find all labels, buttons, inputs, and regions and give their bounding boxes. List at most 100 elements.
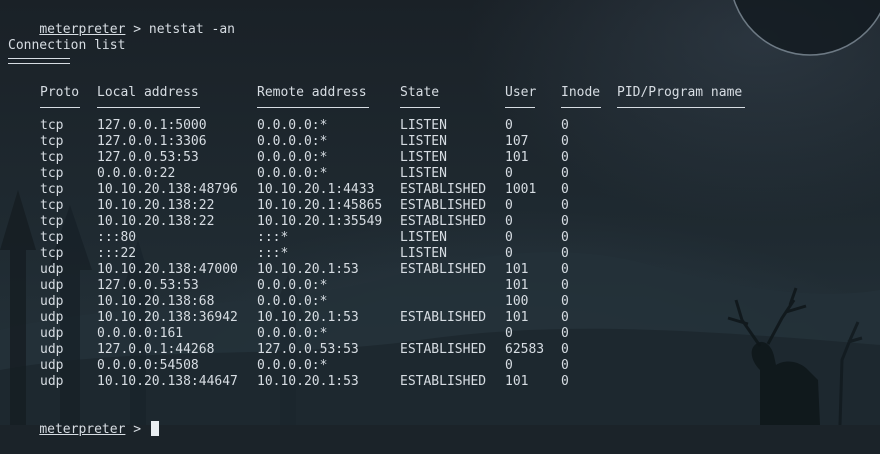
table-row: tcp 127.0.0.1:5000 0.0.0.0:* LISTEN 0 0: [0, 118, 880, 134]
section-heading: Connection list: [8, 38, 126, 53]
cell-inode: 0: [561, 342, 569, 357]
cell-local-address: 127.0.0.1:44268: [97, 342, 215, 357]
cell-proto: udp: [40, 278, 64, 293]
cell-state: ESTABLISHED: [400, 262, 487, 277]
cell-state: ESTABLISHED: [400, 310, 487, 325]
cell-state: ESTABLISHED: [400, 182, 487, 197]
cell-local-address: 10.10.20.138:36942: [97, 310, 238, 325]
cell-inode: 0: [561, 214, 569, 229]
column-header-state: State: [400, 85, 440, 100]
cell-proto: udp: [40, 358, 64, 373]
cell-local-address: 10.10.20.138:22: [97, 198, 215, 213]
cell-state: ESTABLISHED: [400, 214, 487, 229]
column-header-user: User: [505, 85, 537, 100]
column-header-local-address: Local address: [97, 85, 199, 100]
cell-local-address: 10.10.20.138:22: [97, 214, 215, 229]
cell-local-address: :::22: [97, 246, 137, 261]
cell-remote-address: :::*: [257, 246, 289, 261]
cell-inode: 0: [561, 150, 569, 165]
cell-local-address: 10.10.20.138:68: [97, 294, 215, 309]
cell-inode: 0: [561, 294, 569, 309]
prompt-separator: >: [125, 422, 149, 437]
cell-remote-address: :::*: [257, 230, 289, 245]
terminal-window[interactable]: meterpreter > netstat -an Connection lis…: [0, 0, 880, 437]
table-row: udp 127.0.0.1:44268 127.0.0.53:53 ESTABLISH…: [0, 342, 880, 358]
column-header-underline: [40, 107, 80, 108]
cell-inode: 0: [561, 278, 569, 293]
cell-local-address: 127.0.0.1:5000: [97, 118, 207, 133]
table-row: udp 127.0.0.53:53 0.0.0.0:* 101 0: [0, 278, 880, 294]
prompt-label: meterpreter: [39, 22, 126, 37]
table-row: tcp:::80:::* LISTEN 0 0: [0, 230, 880, 246]
cell-inode: 0: [561, 134, 569, 149]
cell-local-address: 10.10.20.138:44647: [97, 374, 238, 389]
prompt-separator: >: [125, 22, 149, 37]
table-row: udp 0.0.0.0:54508 0.0.0.0:* 0 0: [0, 358, 880, 374]
cell-inode: 0: [561, 198, 569, 213]
cell-inode: 0: [561, 358, 569, 373]
column-header-underline: [97, 107, 200, 108]
cell-proto: udp: [40, 310, 64, 325]
cell-user: 101: [505, 374, 529, 389]
cell-proto: tcp: [40, 214, 64, 229]
cell-user: 100: [505, 294, 529, 309]
column-header-remote-address: Remote address: [257, 85, 367, 100]
cell-state: LISTEN: [400, 230, 447, 245]
cell-state: LISTEN: [400, 166, 447, 181]
command-text: netstat -an: [148, 22, 235, 37]
cell-proto: tcp: [40, 150, 64, 165]
input-line[interactable]: meterpreter >: [8, 405, 159, 454]
heading-underline: [8, 58, 70, 64]
prompt-label: meterpreter: [39, 422, 126, 437]
cell-state: LISTEN: [400, 134, 447, 149]
column-header-underline: [400, 107, 440, 108]
cell-inode: 0: [561, 246, 569, 261]
cell-user: 101: [505, 262, 529, 277]
cell-user: 0: [505, 214, 513, 229]
cell-user: 101: [505, 310, 529, 325]
cell-proto: udp: [40, 326, 64, 341]
text-cursor[interactable]: [150, 421, 159, 436]
cell-user: 0: [505, 166, 513, 181]
cell-state: ESTABLISHED: [400, 342, 487, 357]
cell-user: 0: [505, 326, 513, 341]
cell-remote-address: 0.0.0.0:*: [257, 166, 328, 181]
table-row: tcp 10.10.20.138:22 10.10.20.1:35549 ESTABL…: [0, 214, 880, 230]
table-row: tcp 0.0.0.0:22 0.0.0.0:* LISTEN 0 0: [0, 166, 880, 182]
cell-local-address: :::80: [97, 230, 137, 245]
cell-proto: udp: [40, 342, 64, 357]
cell-proto: tcp: [40, 134, 64, 149]
cell-local-address: 0.0.0.0:54508: [97, 358, 199, 373]
cell-proto: udp: [40, 262, 64, 277]
cell-proto: tcp: [40, 198, 64, 213]
cell-local-address: 10.10.20.138:48796: [97, 182, 238, 197]
cell-proto: tcp: [40, 230, 64, 245]
cell-user: 101: [505, 278, 529, 293]
cell-proto: tcp: [40, 118, 64, 133]
cell-inode: 0: [561, 326, 569, 341]
column-header-proto: Proto: [40, 85, 80, 100]
cell-remote-address: 127.0.0.53:53: [257, 342, 359, 357]
column-header-underline: [617, 107, 745, 108]
cell-proto: tcp: [40, 182, 64, 197]
cell-local-address: 127.0.0.53:53: [97, 278, 199, 293]
column-header-inode: Inode: [561, 85, 601, 100]
cell-user: 101: [505, 150, 529, 165]
cell-inode: 0: [561, 374, 569, 389]
cell-remote-address: 0.0.0.0:*: [257, 326, 328, 341]
cell-remote-address: 10.10.20.1:53: [257, 374, 359, 389]
cell-remote-address: 10.10.20.1:35549: [257, 214, 383, 229]
cell-state: ESTABLISHED: [400, 198, 487, 213]
cell-user: 62583: [505, 342, 545, 357]
table-row: udp 10.10.20.138:36942 10.10.20.1:53 ESTABL…: [0, 310, 880, 326]
cell-state: LISTEN: [400, 150, 447, 165]
cell-state: LISTEN: [400, 246, 447, 261]
cell-local-address: 0.0.0.0:22: [97, 166, 176, 181]
cell-remote-address: 0.0.0.0:*: [257, 278, 328, 293]
table-row: udp 0.0.0.0:161 0.0.0.0:* 0 0: [0, 326, 880, 342]
cell-user: 1001: [505, 182, 537, 197]
cell-user: 0: [505, 358, 513, 373]
column-header-underline: [505, 107, 535, 108]
cell-user: 0: [505, 118, 513, 133]
cell-user: 0: [505, 230, 513, 245]
